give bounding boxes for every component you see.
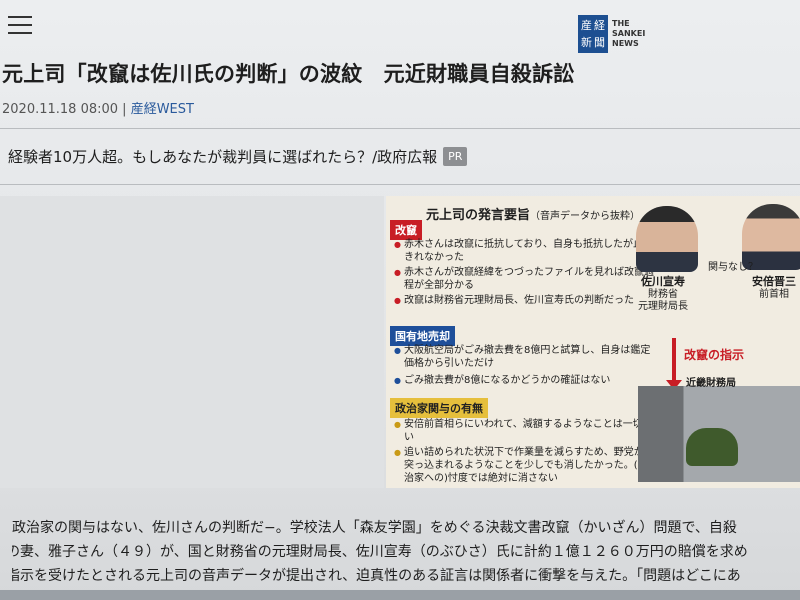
- person-name: 安倍晋三: [752, 275, 796, 288]
- logo-mark: 産 経 新 聞: [578, 15, 608, 53]
- caption-abe: 安倍晋三 前首相: [752, 276, 796, 301]
- body-line: の妻、雅子さん（４９）が、国と財務省の元理財局長、佐川宣寿（のぶひさ）氏に計約１…: [12, 544, 748, 560]
- logo-wordmark: THE SANKEI NEWS: [612, 19, 645, 49]
- person-role: 財務省: [648, 289, 678, 300]
- caption-sagawa: 佐川宣寿 財務省 元理財局長: [638, 276, 688, 313]
- promo-text[interactable]: 経験者10万人超。もしあなたが裁判員に選ばれたら？/政府広報: [8, 146, 437, 167]
- bullet-item: 改竄は財務省元理財局長、佐川宣寿氏の判断だった: [394, 294, 656, 307]
- arrow-shaft: [672, 338, 676, 382]
- byline: 2020.11.18 08:00 | 産経WEST: [2, 98, 194, 117]
- timestamp: 2020.11.18 08:00: [2, 102, 119, 117]
- person-role: 元理財局長: [638, 301, 688, 312]
- person-name: 佐川宣寿: [641, 275, 685, 288]
- taskbar: [0, 590, 800, 600]
- infographic-image[interactable]: 元上司の発言要旨（音声データから抜粋） 改竄 赤木さんは改竄に抵抗しており、自身…: [386, 196, 800, 488]
- logo-char: 聞: [594, 35, 605, 49]
- portrait-abe: [742, 204, 800, 270]
- article-body: 政治家の関与はない、佐川さんの判断だ−。学校法人「森友学園」をめぐる決裁文書改竄…: [12, 516, 800, 588]
- logo-char: 産: [581, 18, 592, 32]
- divider: [0, 128, 800, 129]
- menu-icon[interactable]: [8, 16, 32, 36]
- bullet-item: 赤木さんが改竄経緯をつづったファイルを見れば改竄過程が全部分かる: [394, 266, 656, 292]
- source-link[interactable]: 産経WEST: [131, 102, 194, 117]
- bullet-item: 大阪航空局がごみ撤去費を8億円と試算し、自身は鑑定価格から引いただけ: [394, 344, 656, 370]
- pr-badge: PR: [443, 147, 468, 166]
- tree-shape: [686, 428, 738, 466]
- body-line: 指示を受けたとされる元上司の音声データが提出され、迫真性のある証言は関係者に衝撃…: [12, 568, 741, 584]
- article-page: 産 経 新 聞 THE SANKEI NEWS 元上司「改竄は佐川氏の判断」の波…: [0, 0, 800, 600]
- sankei-logo[interactable]: 産 経 新 聞 THE SANKEI NEWS: [578, 14, 650, 54]
- logo-word: SANKEI: [612, 29, 646, 38]
- person-role: 前首相: [759, 289, 789, 300]
- bullet-item: 安倍前首相らにいわれて、減額するようなことは一切ない: [394, 418, 656, 444]
- infographic-title-text: 元上司の発言要旨: [426, 208, 531, 223]
- logo-word: THE: [612, 19, 630, 28]
- bullet-item: 追い詰められた状況下で作業量を減らすため、野党から突っ込まれるようなことを少しで…: [394, 446, 656, 485]
- building-label: 近畿財務局: [686, 378, 736, 389]
- body-line: 政治家の関与はない、佐川さんの判断だ−。学校法人「森友学園」をめぐる決裁文書改竄…: [12, 520, 737, 536]
- bullet-item: 赤木さんは改竄に抵抗しており、自身も抵抗したが止めきれなかった: [394, 238, 656, 264]
- logo-word: NEWS: [612, 39, 639, 48]
- section-label-politician: 政治家関与の有無: [390, 398, 488, 418]
- promo-link[interactable]: 経験者10万人超。もしあなたが裁判員に選ばれたら？/政府広報 PR: [8, 146, 468, 167]
- byline-separator: |: [122, 102, 127, 117]
- bullet-item: ごみ撤去費が8億になるかどうかの確証はない: [394, 374, 656, 387]
- infographic-title: 元上司の発言要旨（音声データから抜粋）: [426, 204, 640, 223]
- order-label: 改竄の指示: [684, 348, 745, 362]
- infographic-subtitle: （音声データから抜粋）: [530, 211, 641, 222]
- logo-char: 新: [581, 35, 592, 49]
- section-label-land-sale: 国有地売却: [390, 326, 455, 346]
- logo-char: 経: [594, 18, 605, 32]
- divider: [0, 184, 800, 185]
- portrait-sagawa: [636, 206, 698, 272]
- article-headline: 元上司「改竄は佐川氏の判断」の波紋 元近財職員自殺訴訟: [2, 62, 575, 86]
- question-label: 関与なし？: [708, 262, 758, 273]
- ad-placeholder: [0, 196, 384, 488]
- section-label-kaizan: 改竄: [390, 220, 422, 240]
